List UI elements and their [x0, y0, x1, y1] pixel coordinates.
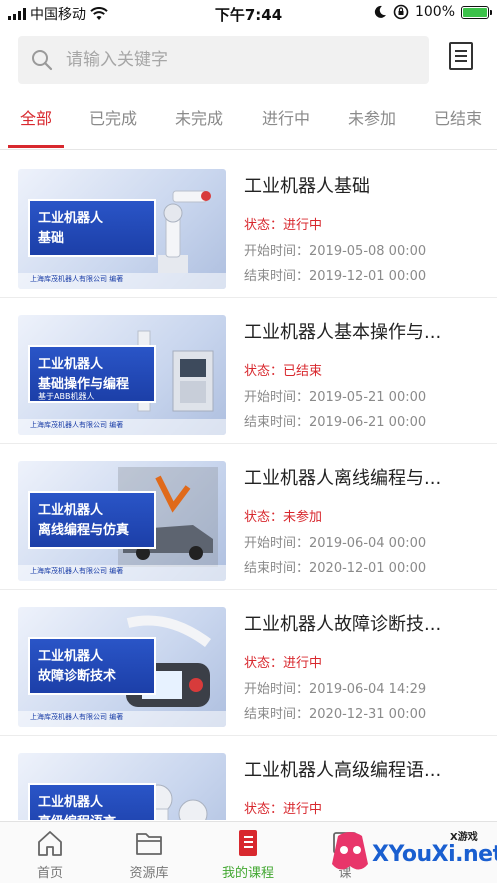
- thumbnail-title-panel: 工业机器人 高级编程语言: [28, 783, 156, 820]
- thumbnail-line2: 高级编程语言: [38, 811, 116, 820]
- nav-my-courses-label: 我的课程: [221, 866, 274, 881]
- course-card[interactable]: 工业机器人 离线编程与仿真 上海库茂机器人有限公司 编著 工业机器人离线编程与.…: [0, 444, 497, 590]
- filter-tabs: 全部 已完成 未完成 进行中 未参加 已结束: [0, 100, 497, 150]
- active-tab-indicator: [8, 145, 64, 148]
- course-end-time: 结束时间：2019-12-01 00:00: [244, 269, 427, 284]
- course-end-time: 结束时间：2020-12-01 00:00: [244, 561, 427, 576]
- course-title: 工业机器人故障诊断技...: [244, 614, 442, 635]
- nav-resources-label: 资源库: [129, 866, 169, 881]
- list-menu-icon[interactable]: [446, 40, 476, 72]
- tab-not-joined[interactable]: 未参加: [339, 100, 405, 148]
- watermark: X游戏 XYouXi.net: [330, 822, 497, 883]
- thumbnail-line2: 离线编程与仿真: [38, 523, 130, 538]
- home-icon: [38, 831, 62, 856]
- tab-incomplete[interactable]: 未完成: [166, 100, 232, 148]
- status-bar: 中国移动 下午7:44 100%: [0, 0, 497, 26]
- course-end-time: 结束时间：2020-12-31 00:00: [244, 707, 427, 722]
- course-thumbnail: 工业机器人 故障诊断技术 上海库茂机器人有限公司 编著: [18, 607, 226, 727]
- course-card[interactable]: 工业机器人 高级编程语言 工业机器人高级编程语... 状态：进行中: [0, 736, 497, 820]
- course-list[interactable]: 工业机器人 基础 上海库茂机器人有限公司 编著 工业机器人基础 状态：进行中 开…: [0, 152, 497, 820]
- course-status: 状态：进行中: [244, 218, 323, 233]
- course-title: 工业机器人高级编程语...: [244, 760, 442, 781]
- nav-home[interactable]: 首页: [5, 822, 95, 883]
- thumbnail-publisher: 上海库茂机器人有限公司 编著: [30, 713, 124, 721]
- thumbnail-line3: 基于ABB机器人: [38, 392, 95, 401]
- tab-in-progress[interactable]: 进行中: [253, 100, 319, 148]
- thumbnail-title-panel: 工业机器人 故障诊断技术: [28, 637, 156, 695]
- course-start-time: 开始时间：2019-06-04 00:00: [244, 536, 427, 551]
- course-thumbnail: 工业机器人 基础操作与编程 基于ABB机器人 上海库茂机器人有限公司 编著: [18, 315, 226, 435]
- nav-home-label: 首页: [36, 866, 63, 881]
- course-status: 状态：未参加: [244, 510, 323, 525]
- thumbnail-line1: 工业机器人: [38, 503, 104, 518]
- thumbnail-line1: 工业机器人: [38, 649, 104, 664]
- thumbnail-title-panel: 工业机器人 基础: [28, 199, 156, 257]
- tab-all[interactable]: 全部: [8, 100, 64, 148]
- course-title: 工业机器人基础: [244, 176, 370, 197]
- course-title: 工业机器人离线编程与...: [244, 468, 442, 489]
- book-icon: [239, 830, 257, 856]
- course-start-time: 开始时间：2019-06-04 14:29: [244, 682, 427, 697]
- course-card[interactable]: 工业机器人 故障诊断技术 上海库茂机器人有限公司 编著 工业机器人故障诊断技..…: [0, 590, 497, 736]
- thumbnail-title-panel: 工业机器人 离线编程与仿真: [28, 491, 156, 549]
- gamepad-logo-icon: [332, 832, 368, 870]
- nav-resources[interactable]: 资源库: [104, 822, 194, 883]
- moon-icon: [374, 5, 386, 18]
- battery-icon: [461, 5, 492, 19]
- watermark-text: XYouXi.net: [372, 842, 497, 867]
- thumbnail-publisher: 上海库茂机器人有限公司 编著: [30, 567, 124, 575]
- thumbnail-line2: 故障诊断技术: [38, 669, 117, 684]
- search-icon: [32, 50, 53, 71]
- course-status: 状态：进行中: [244, 802, 323, 817]
- course-thumbnail: 工业机器人 基础 上海库茂机器人有限公司 编著: [18, 169, 226, 289]
- status-right: 100%: [373, 4, 492, 20]
- course-status: 状态：已结束: [244, 364, 323, 379]
- thumbnail-publisher: 上海库茂机器人有限公司 编著: [30, 421, 124, 429]
- course-thumbnail: 工业机器人 离线编程与仿真 上海库茂机器人有限公司 编著: [18, 461, 226, 581]
- course-thumbnail: 工业机器人 高级编程语言: [18, 753, 226, 820]
- thumbnail-line1: 工业机器人: [38, 211, 104, 226]
- course-start-time: 开始时间：2019-05-08 00:00: [244, 244, 427, 259]
- folder-icon: [136, 833, 162, 855]
- course-end-time: 结束时间：2019-06-21 00:00: [244, 415, 427, 430]
- thumbnail-publisher: 上海库茂机器人有限公司 编著: [30, 275, 124, 283]
- watermark-small-text: X游戏: [450, 832, 478, 843]
- nav-my-courses[interactable]: 我的课程: [203, 822, 293, 883]
- tab-completed[interactable]: 已完成: [80, 100, 146, 148]
- course-status: 状态：进行中: [244, 656, 323, 671]
- thumbnail-line1: 工业机器人: [38, 795, 104, 810]
- orientation-lock-icon: [393, 4, 409, 20]
- course-card[interactable]: 工业机器人 基础操作与编程 基于ABB机器人 上海库茂机器人有限公司 编著 工业…: [0, 298, 497, 444]
- thumbnail-line1: 工业机器人: [38, 357, 104, 372]
- tab-ended[interactable]: 已结束: [425, 100, 491, 148]
- thumbnail-line2: 基础: [38, 231, 65, 246]
- battery-percent: 100%: [414, 4, 455, 20]
- course-card[interactable]: 工业机器人 基础 上海库茂机器人有限公司 编著 工业机器人基础 状态：进行中 开…: [0, 152, 497, 298]
- thumbnail-line2: 基础操作与编程: [38, 377, 130, 392]
- search-bar[interactable]: [18, 36, 429, 84]
- thumbnail-title-panel: 工业机器人 基础操作与编程 基于ABB机器人: [28, 345, 156, 403]
- course-start-time: 开始时间：2019-05-21 00:00: [244, 390, 427, 405]
- course-title: 工业机器人基本操作与...: [244, 322, 442, 343]
- search-input[interactable]: [66, 36, 416, 84]
